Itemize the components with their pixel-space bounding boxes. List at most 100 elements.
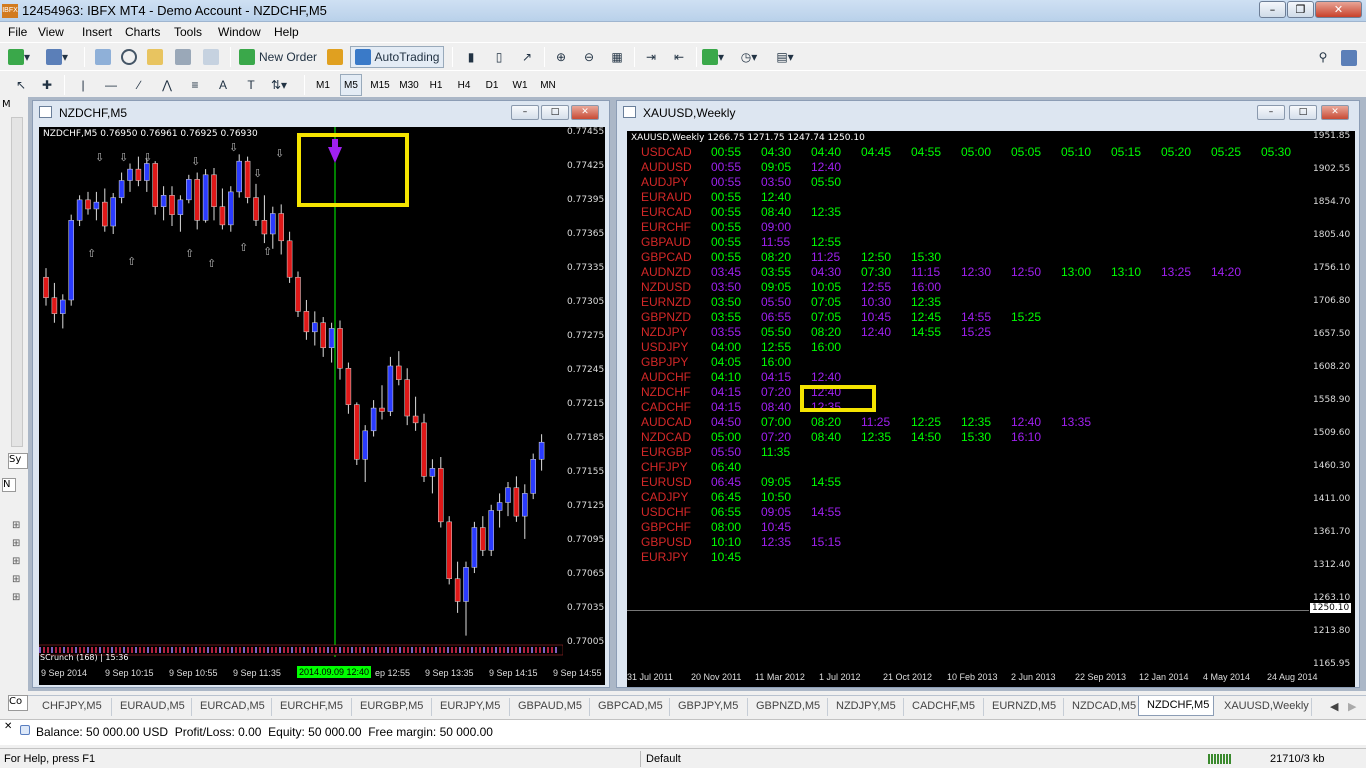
chart-restore-button[interactable]: □ xyxy=(541,105,569,120)
chart-window-xauusd[interactable]: XAUUSD,Weekly – □ ✕ XAUUSD,Weekly 1266.7… xyxy=(616,100,1360,688)
tab-gbpnzd[interactable]: GBPNZD,M5 xyxy=(748,698,828,716)
autotrading-button[interactable]: AutoTrading xyxy=(350,46,444,68)
text-label-icon[interactable]: T xyxy=(240,74,262,96)
candle xyxy=(412,415,419,424)
zoom-out-icon[interactable]: ⊖ xyxy=(578,46,600,68)
metaeditor-icon[interactable] xyxy=(324,46,346,68)
tab-eurcad[interactable]: EURCAD,M5 xyxy=(192,698,272,716)
tab-cadchf[interactable]: CADCHF,M5 xyxy=(904,698,984,716)
schedule-time: 11:25 xyxy=(861,415,891,429)
new-order-button[interactable]: New Order xyxy=(236,46,320,68)
candle xyxy=(261,220,268,235)
timeframe-h4[interactable]: H4 xyxy=(453,74,475,96)
indicator-bar xyxy=(423,647,425,653)
schedule-time: 03:55 xyxy=(711,310,742,324)
tab-chfjpy[interactable]: CHFJPY,M5 xyxy=(34,698,112,716)
menu-tools[interactable]: Tools xyxy=(174,25,202,39)
indicator-bar xyxy=(211,647,213,653)
chart-minimize-button[interactable]: – xyxy=(1257,105,1285,120)
chart-close-button[interactable]: ✕ xyxy=(1321,105,1349,120)
tab-gbpcad[interactable]: GBPCAD,M5 xyxy=(590,698,670,716)
timeframe-d1[interactable]: D1 xyxy=(481,74,503,96)
templates-icon[interactable]: ▤▾ xyxy=(774,46,796,68)
horizontal-line-icon[interactable]: — xyxy=(100,74,122,96)
status-profile[interactable]: Default xyxy=(646,753,681,765)
equidistant-channel-icon[interactable]: ⋀ xyxy=(156,74,178,96)
fibonacci-icon[interactable]: ≡ xyxy=(184,74,206,96)
nzdchf-ohlc: NZDCHF,M5 0.76950 0.76961 0.76925 0.7693… xyxy=(43,129,258,139)
timeframe-w1[interactable]: W1 xyxy=(509,74,531,96)
terminal-icon[interactable] xyxy=(172,46,194,68)
navigator-icon[interactable] xyxy=(144,46,166,68)
vertical-line-icon[interactable]: | xyxy=(72,74,94,96)
tab-nzdchf[interactable]: NZDCHF,M5 xyxy=(1138,696,1214,716)
periods-icon[interactable]: ◷▾ xyxy=(738,46,760,68)
arrows-icon[interactable]: ⇅▾ xyxy=(268,74,290,96)
text-tool-icon[interactable]: A xyxy=(212,74,234,96)
market-watch-icon[interactable] xyxy=(92,46,114,68)
navigator-tree[interactable]: ⊞ ⊞ ⊞ ⊞ ⊞ xyxy=(12,517,20,607)
market-watch-tab[interactable]: M xyxy=(2,99,11,110)
mailbox-icon[interactable] xyxy=(1338,47,1360,69)
tab-xauusd[interactable]: XAUUSD,Weekly xyxy=(1216,698,1312,716)
candle xyxy=(471,527,478,568)
timeframe-m5[interactable]: M5 xyxy=(340,74,362,96)
menu-charts[interactable]: Charts xyxy=(125,25,160,39)
bar-chart-icon[interactable]: ▮ xyxy=(460,46,482,68)
autoscroll-icon[interactable]: ⇤ xyxy=(668,46,690,68)
timeframe-mn[interactable]: MN xyxy=(537,74,559,96)
close-button[interactable]: ✕ xyxy=(1315,1,1362,18)
tile-windows-icon[interactable]: ▦ xyxy=(606,46,628,68)
menu-insert[interactable]: Insert xyxy=(82,25,112,39)
tab-gbpjpy[interactable]: GBPJPY,M5 xyxy=(670,698,748,716)
nzdchf-plot[interactable]: ⇩ ⇩ ⇩ ⇩ ⇩ ⇩ ⇩ ⇧ ⇧ ⇧ ⇧ ⇧ ⇧ NZDCHF,M5 0.76950 0.76961 … xyxy=(39,127,563,665)
timeframe-m30[interactable]: M30 xyxy=(396,74,422,96)
tab-nzdjpy[interactable]: NZDJPY,M5 xyxy=(828,698,904,716)
search-icon[interactable]: ⚲ xyxy=(1312,47,1334,67)
tab-euraud[interactable]: EURAUD,M5 xyxy=(112,698,192,716)
menu-window[interactable]: Window xyxy=(218,25,261,39)
price-label: 0.77125 xyxy=(567,501,605,511)
strategy-tester-icon[interactable] xyxy=(200,46,222,68)
line-chart-icon[interactable]: ↗ xyxy=(516,46,538,68)
candlesticks-icon[interactable]: ▯ xyxy=(488,46,510,68)
schedule-time: 15:30 xyxy=(911,250,942,264)
chart-restore-button[interactable]: □ xyxy=(1289,105,1317,120)
cursor-icon[interactable]: ↖ xyxy=(10,74,32,96)
tab-scroll-right-icon[interactable]: ▶ xyxy=(1348,698,1362,716)
data-window-icon[interactable] xyxy=(118,46,140,68)
symbols-tab[interactable]: Sy xyxy=(8,453,28,469)
price-label: 0.77155 xyxy=(567,467,605,477)
menu-file[interactable]: File xyxy=(8,25,27,39)
panel-scrollbar[interactable] xyxy=(11,117,23,447)
tab-nzdcad[interactable]: NZDCAD,M5 xyxy=(1064,698,1144,716)
xauusd-plot[interactable]: XAUUSD,Weekly 1266.75 1271.75 1247.74 12… xyxy=(627,131,1309,669)
candle xyxy=(505,487,511,503)
chart-window-nzdchf[interactable]: NZDCHF,M5 – □ ✕ ⇩ ⇩ ⇩ ⇩ ⇩ ⇩ ⇩ ⇧ ⇧ ⇧ ⇧ ⇧ ⇧ NZDCHF,M5 … xyxy=(32,100,610,688)
navigator-tab[interactable]: N xyxy=(2,478,16,492)
zoom-in-icon[interactable]: ⊕ xyxy=(550,46,572,68)
common-tab[interactable]: Co xyxy=(8,695,28,711)
timeframe-m15[interactable]: M15 xyxy=(367,74,393,96)
indicators-icon[interactable]: ▾ xyxy=(702,46,724,68)
tab-eurchf[interactable]: EURCHF,M5 xyxy=(272,698,352,716)
tab-eurgbp[interactable]: EURGBP,M5 xyxy=(352,698,432,716)
timeframe-h1[interactable]: H1 xyxy=(425,74,447,96)
menu-view[interactable]: View xyxy=(38,25,64,39)
crosshair-icon[interactable]: ✚ xyxy=(36,74,58,96)
tab-gbpaud[interactable]: GBPAUD,M5 xyxy=(510,698,590,716)
chart-minimize-button[interactable]: – xyxy=(511,105,539,120)
profiles-icon[interactable]: ▾ xyxy=(46,46,68,68)
menu-help[interactable]: Help xyxy=(274,25,299,39)
minimize-button[interactable]: – xyxy=(1259,1,1286,18)
terminal-close-icon[interactable]: ✕ xyxy=(4,721,12,732)
chart-close-button[interactable]: ✕ xyxy=(571,105,599,120)
tab-eurnzd[interactable]: EURNZD,M5 xyxy=(984,698,1064,716)
timeframe-m1[interactable]: M1 xyxy=(312,74,334,96)
tab-scroll-left-icon[interactable]: ◀ xyxy=(1330,698,1344,716)
chart-shift-icon[interactable]: ⇥ xyxy=(640,46,662,68)
trendline-icon[interactable]: ∕ xyxy=(128,74,150,96)
tab-eurjpy[interactable]: EURJPY,M5 xyxy=(432,698,510,716)
maximize-button[interactable]: ❐ xyxy=(1287,1,1314,18)
new-chart-icon[interactable]: ▾ xyxy=(8,46,30,68)
